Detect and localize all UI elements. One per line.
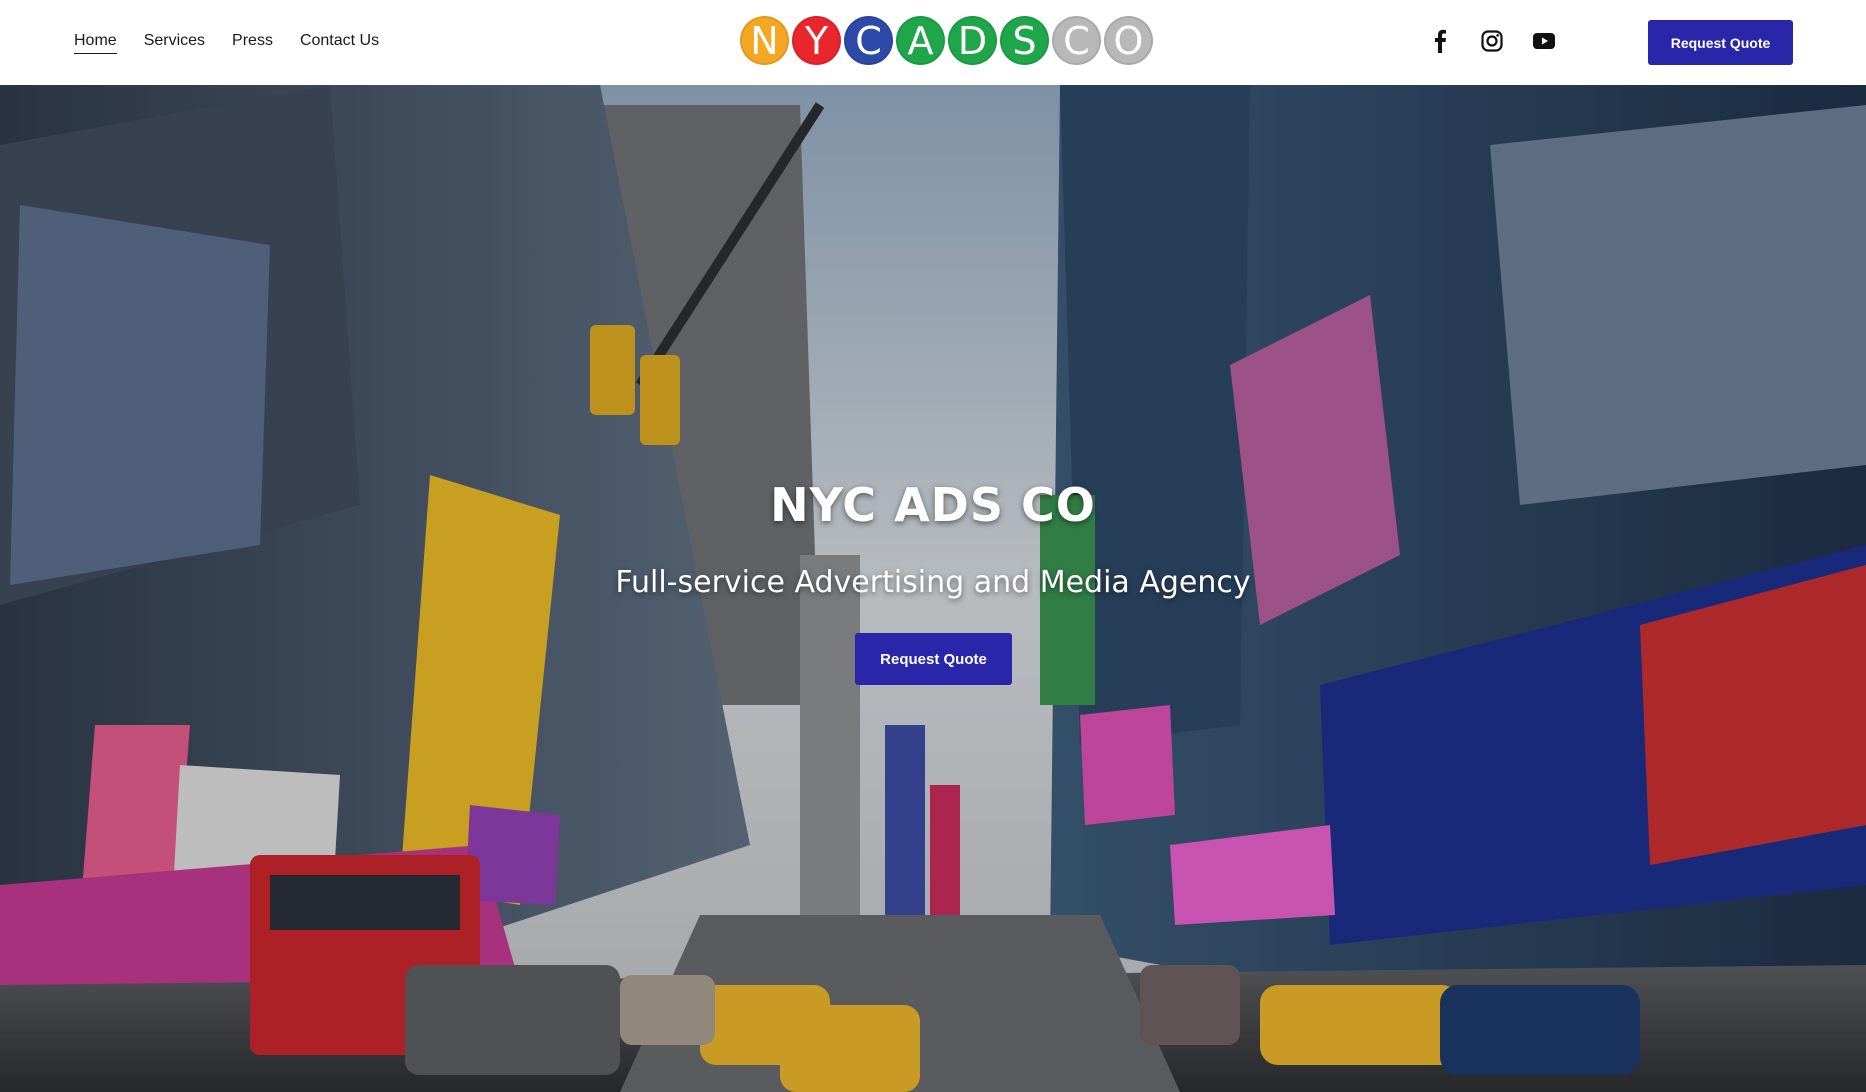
hero-section: NYC ADS CO Full-service Advertising and … (0, 85, 1866, 1092)
logo-letter: A (896, 16, 945, 65)
hero-title: NYC ADS CO (770, 478, 1096, 532)
logo-letter: S (1000, 16, 1049, 65)
social-links (1426, 27, 1558, 55)
logo-letter: D (948, 16, 997, 65)
logo-letter: C (844, 16, 893, 65)
hero-subtitle: Full-service Advertising and Media Agenc… (615, 565, 1251, 600)
logo-letter: Y (792, 16, 841, 65)
hero-request-quote-button[interactable]: Request Quote (855, 633, 1012, 685)
instagram-icon[interactable] (1478, 27, 1506, 55)
facebook-icon[interactable] (1426, 27, 1454, 55)
request-quote-button[interactable]: Request Quote (1648, 20, 1793, 65)
site-header: Home Services Press Contact Us N Y C A D… (0, 0, 1866, 85)
site-logo[interactable]: N Y C A D S C O (740, 16, 1153, 68)
youtube-icon[interactable] (1530, 27, 1558, 55)
logo-letter: O (1104, 16, 1153, 65)
nav-link-home[interactable]: Home (74, 32, 117, 54)
nav-link-services[interactable]: Services (144, 32, 205, 53)
nav-link-contact-us[interactable]: Contact Us (300, 32, 379, 53)
logo-letter: N (740, 16, 789, 65)
logo-letter: C (1052, 16, 1101, 65)
nav-link-press[interactable]: Press (232, 32, 273, 53)
main-nav: Home Services Press Contact Us (74, 0, 379, 85)
